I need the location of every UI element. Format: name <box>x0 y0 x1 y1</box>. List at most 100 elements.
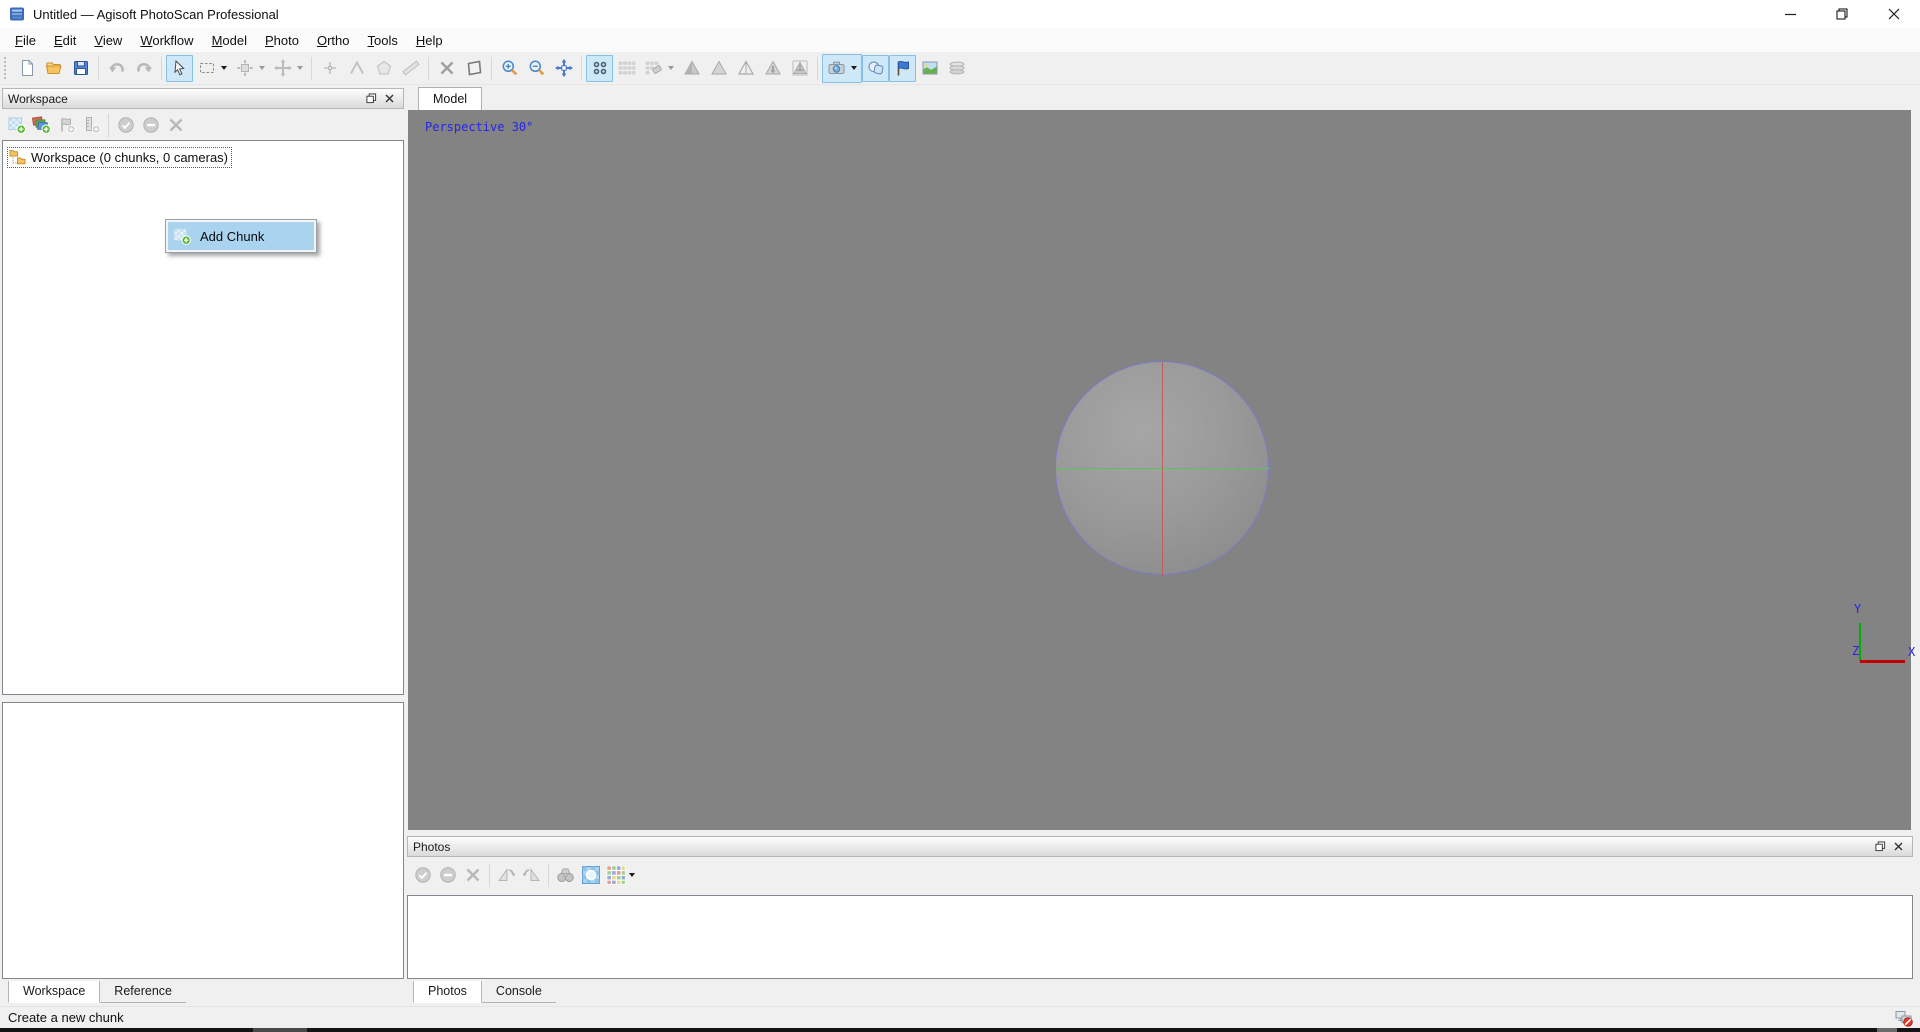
application-window: Untitled — Agisoft PhotoScan Professiona… <box>0 0 1920 1032</box>
photos-toolbar <box>410 858 639 892</box>
sphere-vertical-axis <box>1162 362 1163 576</box>
axis-y-line <box>1859 623 1861 661</box>
bottom-edge-strip <box>0 1028 1920 1032</box>
axis-x-label: X <box>1908 645 1916 659</box>
tab-model[interactable]: Model <box>418 87 483 110</box>
menu-view[interactable]: View <box>85 30 131 51</box>
axis-z-label: Z <box>1852 644 1860 658</box>
zoom-in-button[interactable] <box>496 55 523 82</box>
menu-help[interactable]: Help <box>407 30 452 51</box>
point-cloud-view-button[interactable] <box>586 54 613 82</box>
enable-check-icon <box>414 867 431 883</box>
camera-icon <box>828 61 845 74</box>
network-status-icon <box>1895 1011 1913 1027</box>
show-ortho-button <box>943 55 970 82</box>
show-photos-button[interactable] <box>916 55 943 82</box>
new-document-icon <box>21 60 33 76</box>
add-chunk-button[interactable] <box>4 113 29 138</box>
dropdown-arrow-icon[interactable] <box>221 66 227 70</box>
workspace-panel-title: Workspace <box>8 91 68 106</box>
workspace-float-button[interactable] <box>362 91 380 107</box>
minimize-button[interactable] <box>1764 0 1816 28</box>
enable-items-button <box>113 113 138 138</box>
trackball-sphere <box>1055 361 1270 576</box>
add-photos-icon <box>32 116 51 134</box>
enable-photos-button <box>410 863 435 888</box>
photos-close-button[interactable] <box>1889 839 1907 855</box>
tab-reference[interactable]: Reference <box>100 981 186 1003</box>
delete-icon <box>440 61 453 75</box>
menu-workflow[interactable]: Workflow <box>131 30 202 51</box>
workspace-tree-root[interactable]: Workspace (0 chunks, 0 cameras) <box>7 147 232 168</box>
dropdown-arrow-icon[interactable] <box>629 873 635 877</box>
photos-float-button[interactable] <box>1871 839 1889 855</box>
save-button[interactable] <box>67 55 94 82</box>
menu-bar: File Edit View Workflow Model Photo Orth… <box>0 28 1920 52</box>
photos-list-area <box>407 895 1913 979</box>
disable-minus-icon <box>142 117 159 133</box>
open-button[interactable] <box>40 55 67 82</box>
status-bar: Create a new chunk <box>0 1006 1920 1028</box>
filter-photos-icon <box>581 866 600 884</box>
navigation-button[interactable] <box>550 55 577 82</box>
redo-icon <box>136 63 152 73</box>
dropdown-arrow-icon[interactable] <box>851 66 857 70</box>
change-view-button[interactable] <box>603 863 639 888</box>
menu-ortho[interactable]: Ortho <box>308 30 359 51</box>
restore-button[interactable] <box>1816 0 1868 28</box>
delete-selection-button <box>433 55 460 82</box>
close-button[interactable] <box>1868 0 1920 28</box>
mesh-confidence-icon <box>764 60 781 75</box>
bottom-strip-notch <box>253 1028 307 1032</box>
zoom-out-button[interactable] <box>523 55 550 82</box>
workspace-close-button[interactable] <box>380 91 398 107</box>
sphere-horizontal-axis <box>1056 468 1270 469</box>
tab-workspace[interactable]: Workspace <box>8 981 101 1003</box>
dense-cloud-classes-button <box>640 55 678 82</box>
textured-view-icon <box>792 60 807 76</box>
mesh-shaded-icon <box>683 60 700 75</box>
zoom-out-icon <box>529 60 544 76</box>
dense-cloud-icon <box>618 61 635 75</box>
menu-file[interactable]: File <box>6 30 45 51</box>
new-project-button[interactable] <box>13 55 40 82</box>
photos-panel-header: Photos <box>407 836 1913 857</box>
menu-tools[interactable]: Tools <box>359 30 407 51</box>
menu-edit[interactable]: Edit <box>45 30 85 51</box>
add-photos-button[interactable] <box>29 113 54 138</box>
dropdown-arrow-icon <box>668 66 674 70</box>
select-tool-button[interactable] <box>166 54 193 82</box>
point-cloud-icon <box>593 61 606 75</box>
context-menu-item-add-chunk[interactable]: Add Chunk <box>168 222 314 250</box>
toolbar-grip[interactable] <box>4 57 8 79</box>
model-tab-bar: Model <box>408 87 1914 110</box>
undo-button <box>103 55 130 82</box>
mesh-solid-icon <box>710 60 727 75</box>
perspective-label: Perspective 30° <box>425 120 534 134</box>
show-markers-button[interactable] <box>889 54 916 82</box>
show-cameras-button[interactable] <box>822 53 862 83</box>
filter-photos-button[interactable] <box>578 863 603 888</box>
float-panel-icon <box>1874 841 1885 852</box>
add-marker-button <box>54 113 79 138</box>
menu-model[interactable]: Model <box>203 30 256 51</box>
menu-photo[interactable]: Photo <box>256 30 308 51</box>
rectangle-selection-button[interactable] <box>193 55 231 82</box>
draw-point-button <box>316 55 343 82</box>
remove-x-icon <box>466 868 479 882</box>
tab-photos[interactable]: Photos <box>413 981 482 1003</box>
mesh-shaded-view-button <box>678 55 705 82</box>
minimize-icon <box>1784 13 1796 15</box>
workspace-tree-icon <box>9 150 26 165</box>
layers-stack-icon <box>949 61 964 75</box>
axis-y-label: Y <box>1854 602 1862 616</box>
remove-x-icon <box>169 118 182 132</box>
add-chunk-icon <box>8 117 26 134</box>
remove-photos-button <box>460 863 485 888</box>
tab-console[interactable]: Console <box>481 981 556 1003</box>
model-viewport[interactable]: Perspective 30° Y Z X <box>408 110 1915 830</box>
draw-point-icon <box>323 62 336 74</box>
show-shapes-button[interactable] <box>862 54 889 82</box>
close-icon <box>1888 8 1900 20</box>
mesh-wireframe-view-button <box>732 55 759 82</box>
